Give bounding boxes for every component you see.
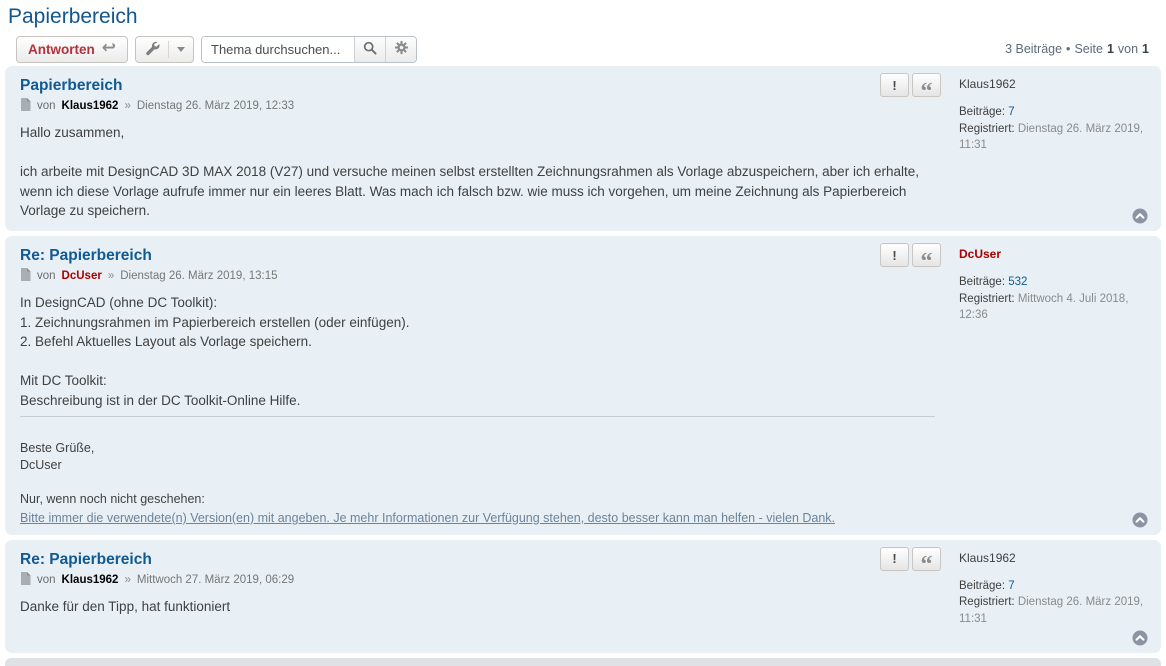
post-controls: ! “: [880, 547, 941, 571]
posts-count-value[interactable]: 532: [1008, 276, 1027, 288]
page-label: Seite: [1074, 42, 1103, 56]
posts-count-label: Beiträge:: [959, 276, 1005, 288]
exclamation-icon: !: [892, 79, 896, 92]
registered-label: Registriert:: [959, 596, 1015, 608]
signature: Beste Grüße, DcUser Nur, wenn noch nicht…: [20, 416, 935, 526]
post-date: Dienstag 26. März 2019, 13:15: [120, 270, 277, 282]
topic-meta: 3 Beiträge • Seite 1 von 1: [1005, 42, 1150, 56]
page-current: 1: [1107, 42, 1114, 56]
post-body: ! “ Papierbereich von Klaus1962 » Dienst…: [5, 66, 947, 231]
post-title-link[interactable]: Re: Papierbereich: [20, 551, 935, 569]
document-icon: [20, 268, 31, 284]
byline-von-label: von: [37, 574, 56, 586]
search-button[interactable]: [354, 37, 385, 62]
post-date: Mittwoch 27. März 2019, 06:29: [137, 574, 294, 586]
topic-search-group: [201, 36, 417, 63]
post: ! “ Re: Papierbereich von DcUser » Diens…: [5, 236, 1161, 535]
post-body: ! “ Re: Papierbereich von Klaus1962 » Mi…: [5, 540, 947, 653]
chevron-up-icon: [1132, 208, 1148, 224]
report-button[interactable]: !: [880, 73, 909, 97]
profile-posts-line: Beiträge: 7: [959, 578, 1151, 595]
profile-posts-line: Beiträge: 532: [959, 274, 1151, 291]
button-divider: [168, 41, 169, 58]
gear-icon: [394, 40, 409, 58]
back-to-top-button[interactable]: [1132, 208, 1148, 224]
post-body: ! “ Re: Papierbereich von DcUser » Diens…: [5, 236, 947, 535]
author-link[interactable]: DcUser: [62, 270, 102, 282]
topic-toolbar: Antworten ↩: [8, 35, 1158, 63]
page-of-label: von: [1118, 42, 1138, 56]
post-controls: ! “: [880, 243, 941, 267]
posts-count-value[interactable]: 7: [1008, 106, 1014, 118]
author-byline: von DcUser » Dienstag 26. März 2019, 13:…: [20, 268, 935, 284]
post-controls: ! “: [880, 73, 941, 97]
post: ! “ Papierbereich von Klaus1962 » Dienst…: [5, 66, 1161, 231]
registered-label: Registriert:: [959, 123, 1015, 135]
topic-tools-button[interactable]: [135, 36, 194, 63]
byline-von-label: von: [37, 270, 56, 282]
topic-page-title: Papierbereich: [8, 5, 1158, 28]
report-button[interactable]: !: [880, 243, 909, 267]
post-profile: Klaus1962 Beiträge: 7 Registriert: Diens…: [947, 66, 1161, 231]
quote-button[interactable]: “: [912, 547, 941, 571]
posts-count-label: Beiträge:: [959, 106, 1005, 118]
wrench-icon: [144, 40, 160, 59]
registered-label: Registriert:: [959, 293, 1015, 305]
signature-link[interactable]: Bitte immer die verwendete(n) Version(en…: [20, 510, 835, 527]
reply-button-label: Antworten: [28, 42, 95, 57]
profile-registered-line: Registriert: Dienstag 26. März 2019, 11:…: [959, 121, 1151, 154]
page-header: Papierbereich Antworten ↩: [0, 0, 1166, 63]
post-title-link[interactable]: Re: Papierbereich: [20, 247, 935, 265]
author-byline: von Klaus1962 » Mittwoch 27. März 2019, …: [20, 572, 935, 588]
post-content: Danke für den Tipp, hat funktioniert: [20, 597, 925, 617]
back-to-top-button[interactable]: [1132, 630, 1148, 646]
bottom-toolbar-partial: [5, 658, 1161, 666]
search-options-button[interactable]: [385, 37, 416, 62]
profile-registered-line: Registriert: Mittwoch 4. Juli 2018, 12:3…: [959, 291, 1151, 324]
bullet-separator: •: [1066, 42, 1070, 56]
byline-von-label: von: [37, 100, 56, 112]
post-date: Dienstag 26. März 2019, 12:33: [137, 100, 294, 112]
post-profile: Klaus1962 Beiträge: 7 Registriert: Diens…: [947, 540, 1161, 653]
reply-button[interactable]: Antworten ↩: [16, 36, 128, 63]
search-input[interactable]: [202, 37, 354, 62]
author-link[interactable]: Klaus1962: [62, 100, 119, 112]
search-icon: [363, 41, 377, 58]
quote-button[interactable]: “: [912, 73, 941, 97]
exclamation-icon: !: [892, 249, 896, 262]
reply-arrow-icon: ↩: [102, 40, 116, 57]
post: ! “ Re: Papierbereich von Klaus1962 » Mi…: [5, 540, 1161, 653]
document-icon: [20, 98, 31, 114]
profile-username[interactable]: Klaus1962: [959, 77, 1151, 91]
profile-username[interactable]: DcUser: [959, 247, 1151, 261]
byline-separator: »: [124, 100, 130, 112]
profile-registered-line: Registriert: Dienstag 26. März 2019, 11:…: [959, 594, 1151, 627]
profile-username[interactable]: Klaus1962: [959, 551, 1151, 565]
author-link[interactable]: Klaus1962: [62, 574, 119, 586]
post-profile: DcUser Beiträge: 532 Registriert: Mittwo…: [947, 236, 1161, 535]
profile-posts-line: Beiträge: 7: [959, 104, 1151, 121]
chevron-up-icon: [1132, 630, 1148, 646]
posts-count-label: Beiträge:: [959, 580, 1005, 592]
byline-separator: »: [124, 574, 130, 586]
posts-count-value[interactable]: 7: [1008, 580, 1014, 592]
document-icon: [20, 572, 31, 588]
chevron-up-icon: [1132, 512, 1148, 528]
chevron-down-icon: [177, 47, 185, 56]
report-button[interactable]: !: [880, 547, 909, 571]
back-to-top-button[interactable]: [1132, 512, 1148, 528]
signature-text: Beste Grüße, DcUser Nur, wenn noch nicht…: [20, 441, 205, 506]
post-content: Hallo zusammen, ich arbeite mit DesignCA…: [20, 123, 925, 221]
page-total: 1: [1142, 42, 1149, 56]
post-title-link[interactable]: Papierbereich: [20, 77, 935, 95]
byline-separator: »: [108, 270, 114, 282]
post-count: 3 Beiträge: [1005, 42, 1062, 56]
author-byline: von Klaus1962 » Dienstag 26. März 2019, …: [20, 98, 935, 114]
quote-button[interactable]: “: [912, 243, 941, 267]
post-content: In DesignCAD (ohne DC Toolkit): 1. Zeich…: [20, 293, 925, 410]
exclamation-icon: !: [892, 552, 896, 565]
